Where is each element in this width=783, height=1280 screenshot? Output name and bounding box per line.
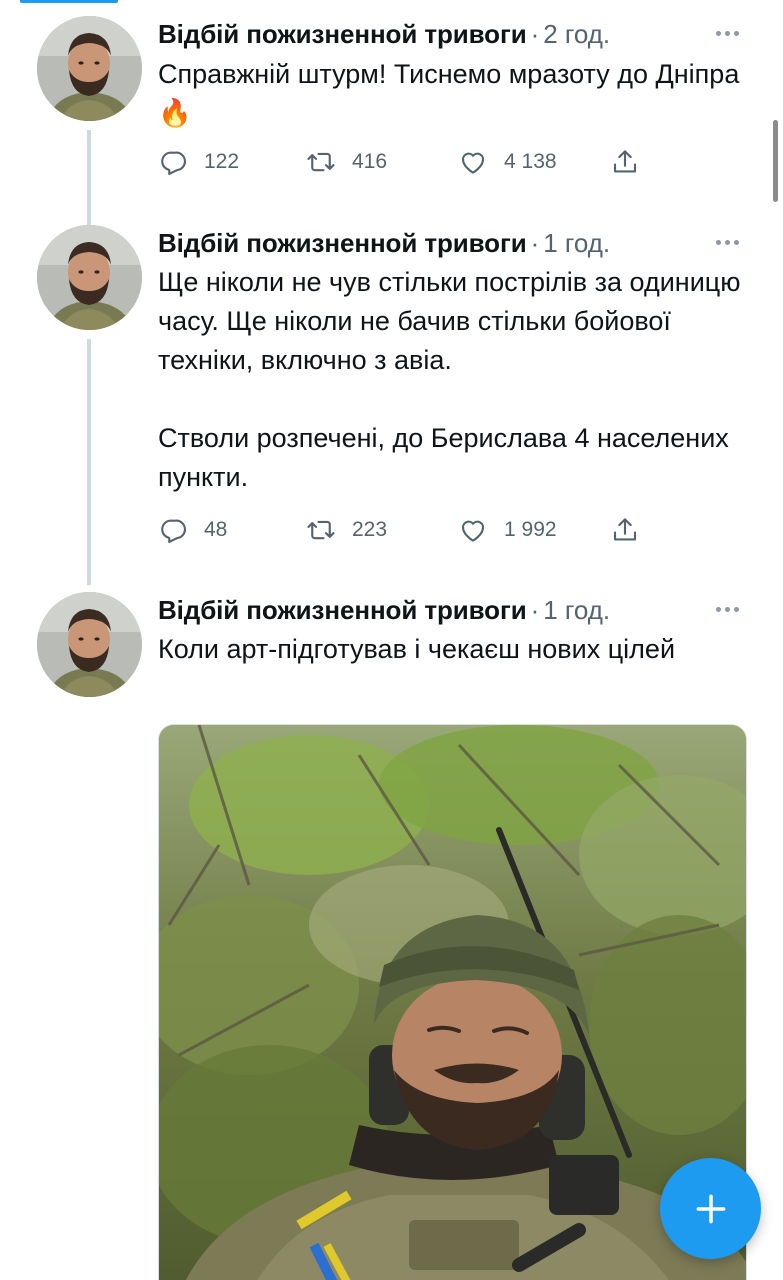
- share-button[interactable]: [610, 512, 640, 548]
- tweet-1[interactable]: Відбій пожизненной тривоги · 2 год. Спра…: [0, 16, 783, 230]
- timestamp[interactable]: 1 год.: [543, 595, 610, 626]
- like-count: 1 992: [504, 518, 557, 541]
- avatar[interactable]: [37, 16, 142, 121]
- avatar-photo: [37, 16, 142, 121]
- reply-button[interactable]: 122: [158, 144, 239, 180]
- retweet-count: 416: [352, 150, 388, 173]
- separator: ·: [530, 594, 540, 625]
- tweet-text: Ще ніколи не чув стільки пострілів за од…: [158, 267, 741, 492]
- reply-button[interactable]: 48: [158, 512, 227, 548]
- separator: ·: [530, 18, 540, 49]
- tweet-text: Справжній штурм! Тиснемо мразоту до Дніп…: [158, 59, 747, 128]
- separator: ·: [530, 227, 540, 258]
- retweet-icon: [307, 520, 335, 540]
- twitter-thread-screen: Відбій пожизненной тривоги · 2 год. Спра…: [0, 0, 783, 1280]
- plus-icon: [696, 1194, 725, 1223]
- soldier-selfie-image: [159, 725, 746, 1280]
- top-tab-indicator: [20, 0, 118, 3]
- timestamp[interactable]: 2 год.: [543, 19, 610, 50]
- heart-icon: [461, 152, 485, 174]
- tweet-header: Відбій пожизненной тривоги · 1 год.: [158, 592, 610, 628]
- author-name[interactable]: Відбій пожизненной тривоги: [158, 228, 527, 259]
- tweet-header: Відбій пожизненной тривоги · 2 год.: [158, 16, 610, 52]
- author-name[interactable]: Відбій пожизненной тривоги: [158, 595, 527, 626]
- reply-icon: [161, 519, 186, 543]
- tweet-text: Коли арт-підготував і чекаєш нових цілей: [158, 634, 676, 664]
- reply-count: 48: [204, 518, 228, 541]
- retweet-count: 223: [352, 518, 388, 541]
- reply-icon: [161, 151, 186, 175]
- avatar[interactable]: [37, 592, 142, 697]
- reply-count: 122: [204, 150, 240, 173]
- share-icon: [613, 150, 637, 173]
- avatar-photo: [37, 225, 142, 330]
- like-button[interactable]: 1 992: [458, 512, 557, 548]
- thread-connector: [87, 130, 91, 230]
- retweet-button[interactable]: 416: [306, 144, 387, 180]
- heart-icon: [461, 520, 485, 542]
- tweet-actions: 122 416 4 138: [158, 144, 648, 180]
- timestamp[interactable]: 1 год.: [543, 228, 610, 259]
- tweet-actions: 48 223 1 992: [158, 512, 648, 548]
- tweet-media-photo[interactable]: [158, 724, 747, 1280]
- tweet-header: Відбій пожизненной тривоги · 1 год.: [158, 225, 610, 261]
- tweet-2[interactable]: Відбій пожизненной тривоги · 1 год. Ще н…: [0, 225, 783, 585]
- compose-tweet-button[interactable]: [660, 1158, 761, 1259]
- thread-connector: [87, 339, 91, 585]
- retweet-icon: [307, 152, 335, 172]
- avatar[interactable]: [37, 225, 142, 330]
- avatar-photo: [37, 592, 142, 697]
- more-icon[interactable]: [716, 607, 739, 612]
- share-icon: [613, 518, 637, 541]
- more-icon[interactable]: [716, 31, 739, 36]
- more-icon[interactable]: [716, 240, 739, 245]
- like-button[interactable]: 4 138: [458, 144, 557, 180]
- retweet-button[interactable]: 223: [306, 512, 387, 548]
- author-name[interactable]: Відбій пожизненной тривоги: [158, 19, 527, 50]
- share-button[interactable]: [610, 144, 640, 180]
- like-count: 4 138: [504, 150, 557, 173]
